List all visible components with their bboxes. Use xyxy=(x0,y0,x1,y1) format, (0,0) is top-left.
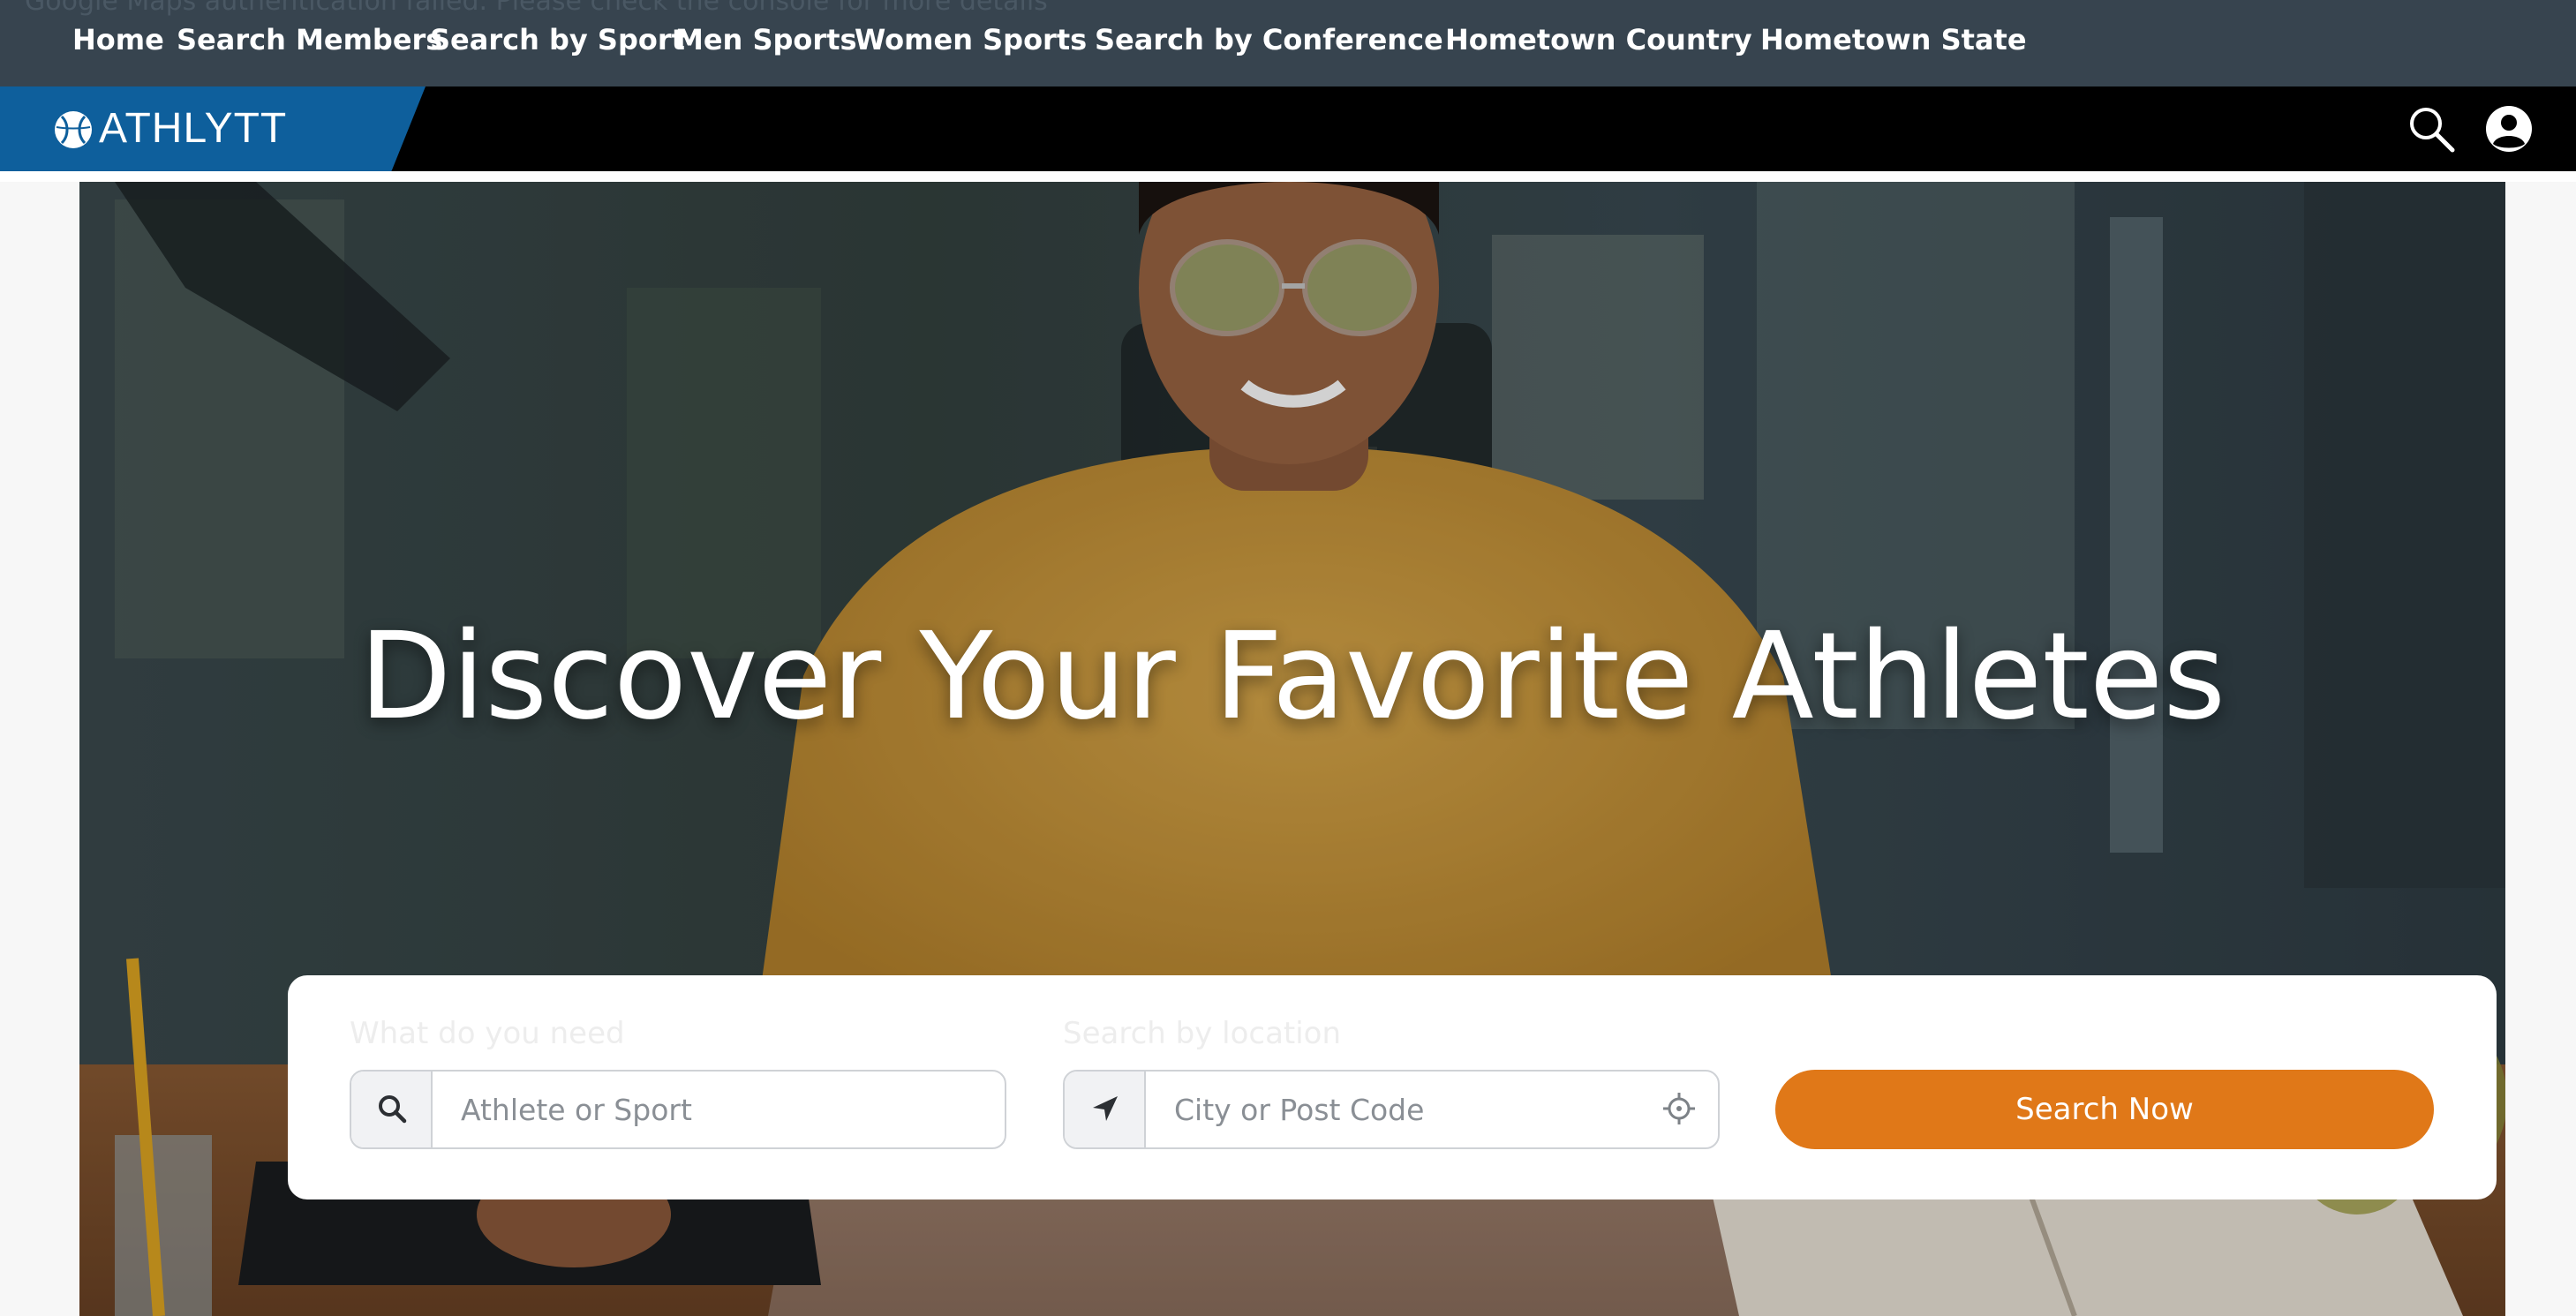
location-arrow-icon xyxy=(1093,1096,1118,1121)
search-addon xyxy=(351,1072,433,1147)
hero-title: Discover Your Favorite Athletes xyxy=(358,607,2226,747)
logo-text: ATHLYTT xyxy=(99,105,288,152)
nav-home[interactable]: Home xyxy=(72,23,164,56)
search-card: What do you need Search by location Athl… xyxy=(288,975,2497,1199)
nav-search-by-sport[interactable]: Search by Sport xyxy=(430,23,685,56)
search-now-button[interactable]: Search Now xyxy=(1775,1070,2434,1149)
athlete-search-group xyxy=(350,1070,1006,1149)
maps-error-notice: Google Maps authentication failed. Pleas… xyxy=(25,0,1048,17)
nav-women-sports[interactable]: Women Sports xyxy=(855,23,1087,56)
logo-link[interactable]: ATHLYTT xyxy=(0,86,426,171)
top-navigation: Google Maps authentication failed. Pleas… xyxy=(0,0,2576,86)
location-addon xyxy=(1065,1072,1146,1147)
what-label: What do you need xyxy=(350,1016,625,1051)
location-label: Search by location xyxy=(1063,1016,1342,1051)
crosshair-icon[interactable] xyxy=(1661,1091,1697,1126)
nav-men-sports[interactable]: Men Sports xyxy=(675,23,857,56)
search-icon[interactable] xyxy=(2407,104,2456,154)
nav-search-members[interactable]: Search Members xyxy=(177,23,442,56)
hero-banner: Discover Your Favorite Athletes What do … xyxy=(79,182,2505,1316)
user-circle-icon[interactable] xyxy=(2484,104,2534,154)
site-header: ATHLYTT xyxy=(0,86,2576,171)
magnifier-icon xyxy=(379,1095,407,1124)
location-search-input[interactable] xyxy=(1146,1072,1640,1147)
nav-hometown-country[interactable]: Hometown Country xyxy=(1445,23,1752,56)
location-search-group xyxy=(1063,1070,1720,1149)
nav-search-by-conference[interactable]: Search by Conference xyxy=(1095,23,1443,56)
nav-hometown-state[interactable]: Hometown State xyxy=(1760,23,2027,56)
baseball-icon xyxy=(55,111,92,148)
header-divider xyxy=(0,171,2576,182)
athlete-search-input[interactable] xyxy=(433,1072,998,1147)
